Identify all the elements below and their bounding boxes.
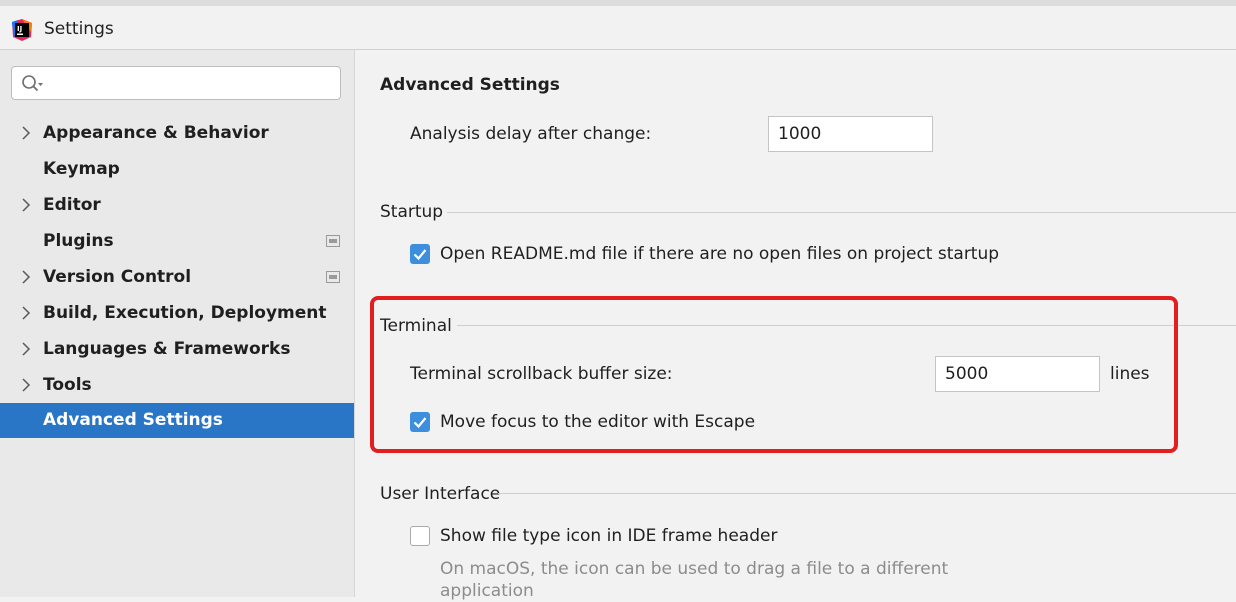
checkmark-icon <box>413 249 427 261</box>
sidebar-item-label: Version Control <box>43 267 192 287</box>
sidebar-item-build-execution-deployment[interactable]: Build, Execution, Deployment <box>0 296 354 331</box>
chevron-right-icon <box>22 306 31 320</box>
logo-text: IJ <box>17 25 22 33</box>
section-separator <box>498 493 1236 494</box>
sidebar-item-label: Plugins <box>43 231 114 251</box>
sidebar-item-label: Appearance & Behavior <box>43 123 269 143</box>
file-type-icon-label[interactable]: Show file type icon in IDE frame header <box>440 526 777 546</box>
sidebar-item-label: Languages & Frameworks <box>43 339 291 359</box>
file-type-icon-hint: On macOS, the icon can be used to drag a… <box>440 559 949 601</box>
sidebar-item-label: Advanced Settings <box>43 410 223 430</box>
sidebar-item-appearance-behavior[interactable]: Appearance & Behavior <box>0 116 354 151</box>
open-readme-label[interactable]: Open README.md file if there are no open… <box>440 244 999 264</box>
chevron-right-icon <box>22 270 31 284</box>
analysis-delay-label: Analysis delay after change: <box>410 124 652 144</box>
analysis-delay-input[interactable]: 1000 <box>768 116 933 152</box>
page-title: Advanced Settings <box>380 75 560 95</box>
sidebar-item-label: Editor <box>43 195 101 215</box>
chevron-right-icon <box>22 342 31 356</box>
search-input[interactable] <box>50 72 334 96</box>
section-separator <box>447 212 1236 213</box>
section-title-user-interface: User Interface <box>380 484 501 504</box>
sidebar-item-languages-frameworks[interactable]: Languages & Frameworks <box>0 332 354 367</box>
search-field[interactable] <box>11 66 341 100</box>
sidebar-item-keymap[interactable]: Keymap <box>0 152 354 187</box>
sidebar-item-label: Tools <box>43 375 92 395</box>
sidebar-item-label: Build, Execution, Deployment <box>43 303 327 323</box>
project-level-icon <box>326 271 340 283</box>
sidebar-item-plugins[interactable]: Plugins <box>0 224 354 259</box>
sidebar-item-advanced-settings[interactable]: Advanced Settings <box>0 403 354 438</box>
file-type-icon-checkbox[interactable] <box>410 526 430 546</box>
title-bar: IJ Settings <box>0 0 1236 50</box>
terminal-highlight-box <box>370 296 1178 453</box>
section-title-startup: Startup <box>380 202 444 222</box>
sidebar-item-version-control[interactable]: Version Control <box>0 260 354 295</box>
project-level-icon <box>326 235 340 247</box>
chevron-right-icon <box>22 198 31 212</box>
settings-sidebar: Appearance & Behavior Keymap Editor Plug… <box>0 50 355 597</box>
sidebar-item-label: Keymap <box>43 159 120 179</box>
chevron-right-icon <box>22 126 31 140</box>
window-title: Settings <box>44 19 114 39</box>
intellij-logo-icon: IJ <box>12 19 32 41</box>
sidebar-item-editor[interactable]: Editor <box>0 188 354 223</box>
open-readme-checkbox[interactable] <box>410 244 430 264</box>
chevron-right-icon <box>22 378 31 392</box>
search-icon <box>22 75 43 92</box>
sidebar-item-tools[interactable]: Tools <box>0 368 354 403</box>
